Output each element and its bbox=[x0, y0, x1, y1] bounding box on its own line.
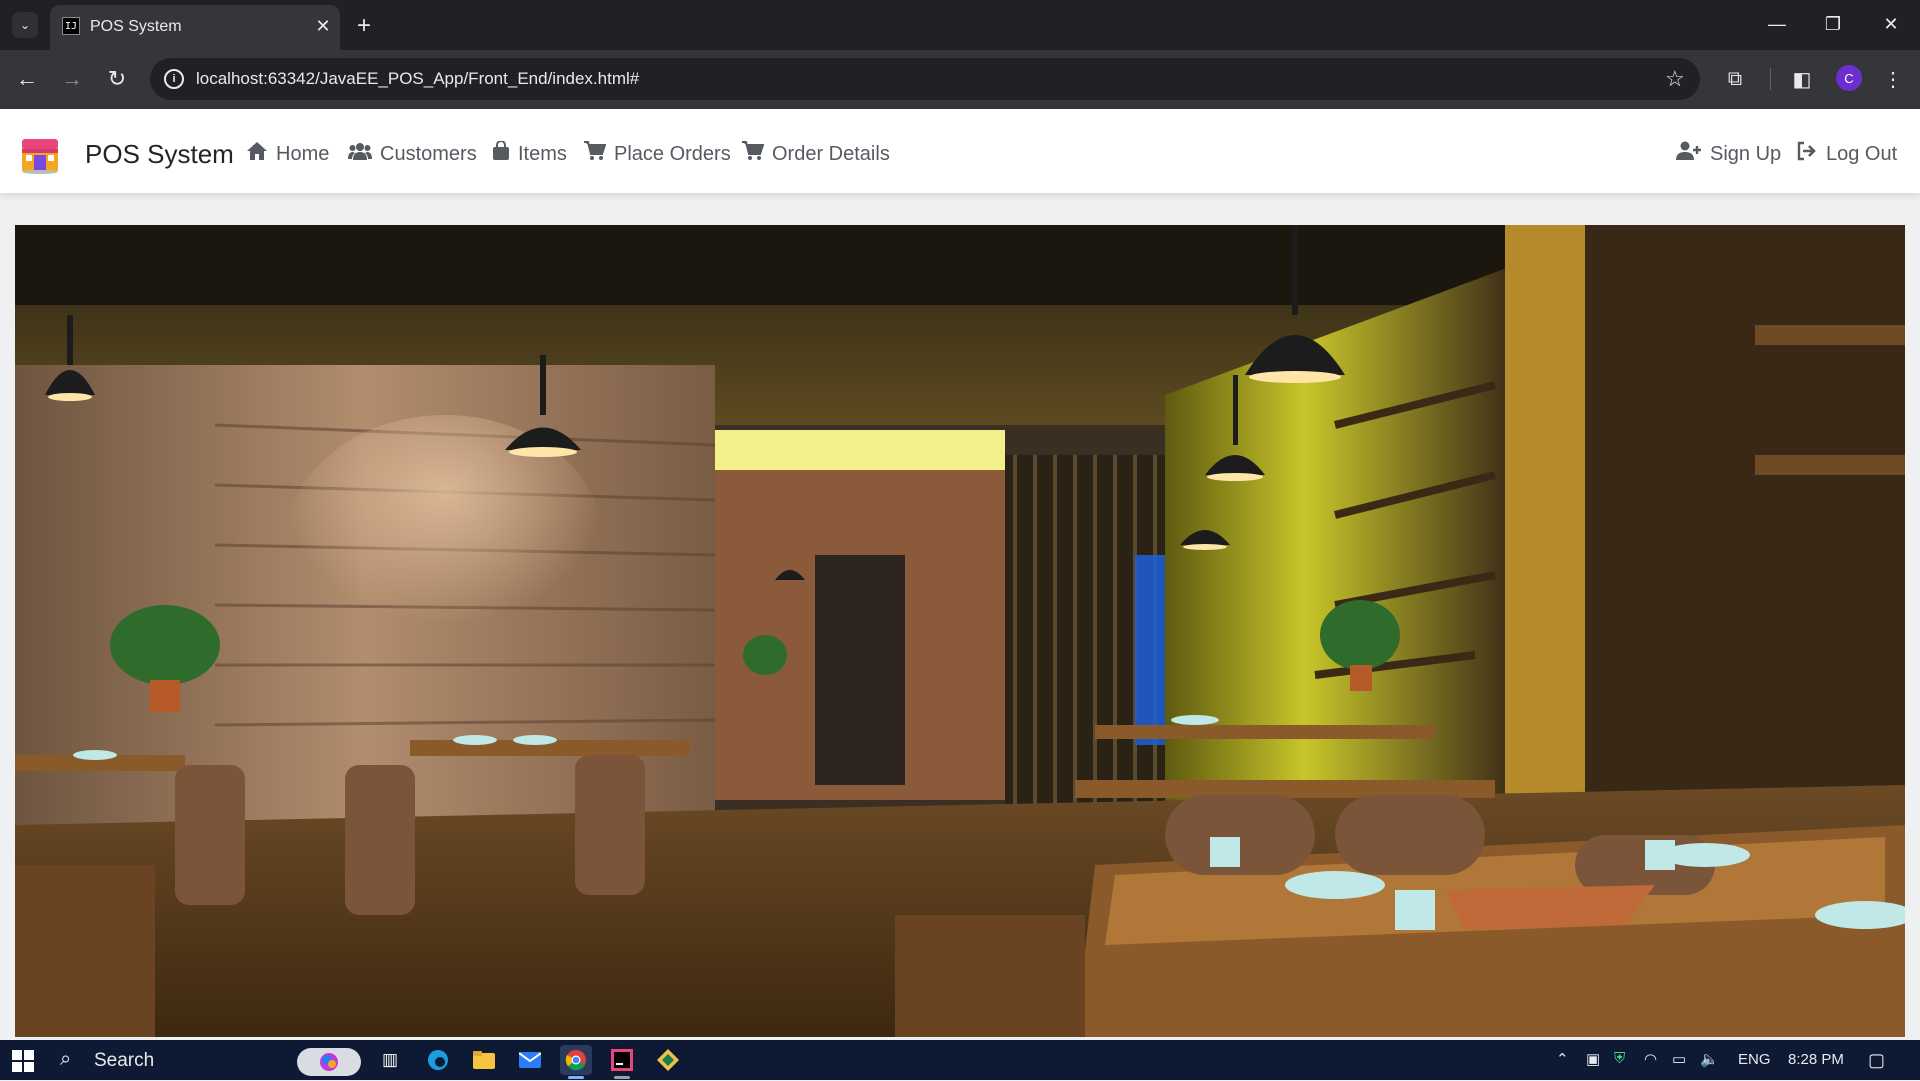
battery-icon[interactable]: ▭ bbox=[1672, 1050, 1686, 1068]
nav-place-orders[interactable]: Place Orders bbox=[584, 141, 731, 167]
home-icon bbox=[246, 141, 268, 167]
tab-close-icon[interactable]: ✕ bbox=[312, 15, 334, 37]
nav-log-out-label: Log Out bbox=[1826, 142, 1898, 165]
nav-home-label: Home bbox=[276, 142, 330, 165]
volume-icon[interactable]: 🔈 bbox=[1700, 1050, 1719, 1068]
reload-icon[interactable]: ↻ bbox=[100, 62, 134, 96]
wifi-icon[interactable]: ◠ bbox=[1644, 1050, 1657, 1068]
intellij-icon[interactable] bbox=[606, 1045, 638, 1075]
chrome-icon[interactable] bbox=[560, 1045, 592, 1075]
app-navbar: POS System Home Customers Items Place Or… bbox=[0, 109, 1920, 193]
nav-customers[interactable]: Customers bbox=[348, 141, 477, 167]
cart-icon bbox=[584, 141, 607, 167]
nav-customers-label: Customers bbox=[380, 142, 477, 165]
nav-place-orders-label: Place Orders bbox=[614, 142, 731, 165]
security-shield-icon[interactable]: ⛨ bbox=[1614, 1050, 1625, 1067]
taskbar-search-label: Search bbox=[94, 1050, 155, 1071]
task-view-icon[interactable]: ▥ bbox=[374, 1045, 406, 1075]
extensions-icon[interactable]: ⧉ bbox=[1718, 62, 1752, 96]
meet-now-icon[interactable]: ▣ bbox=[1586, 1050, 1600, 1068]
search-icon: ⌕ bbox=[60, 1048, 72, 1070]
nav-order-details-label: Order Details bbox=[772, 142, 890, 165]
address-bar[interactable]: i localhost:63342/JavaEE_POS_App/Front_E… bbox=[150, 58, 1700, 100]
browser-menu-icon[interactable]: ⋮ bbox=[1876, 62, 1910, 96]
restore-icon[interactable]: ❐ bbox=[1808, 6, 1858, 42]
git-tool-icon[interactable] bbox=[652, 1045, 684, 1075]
windows-taskbar: ⌕ Search ▥ ⌃ ▣ ⛨ ◠ ▭ 🔈 ENG 8:28 PM ▢ bbox=[0, 1040, 1920, 1080]
url-text[interactable]: localhost:63342/JavaEE_POS_App/Front_End… bbox=[196, 69, 639, 89]
mail-icon[interactable] bbox=[514, 1045, 546, 1075]
bag-icon bbox=[492, 140, 510, 167]
profile-avatar[interactable]: C bbox=[1836, 65, 1862, 91]
tab-list-button[interactable]: ⌄ bbox=[12, 12, 38, 38]
file-explorer-icon[interactable] bbox=[468, 1045, 500, 1075]
nav-log-out[interactable]: Log Out bbox=[1796, 141, 1897, 167]
chrome-active-indicator bbox=[568, 1076, 584, 1079]
minimize-icon[interactable]: — bbox=[1752, 6, 1802, 42]
browser-tab[interactable]: IJ POS System ✕ bbox=[50, 5, 340, 50]
nav-sign-up[interactable]: Sign Up bbox=[1676, 141, 1781, 167]
notifications-icon[interactable]: ▢ bbox=[1868, 1050, 1885, 1071]
browser-toolbar: ← → ↻ i localhost:63342/JavaEE_POS_App/F… bbox=[0, 50, 1920, 109]
window-close-icon[interactable]: ✕ bbox=[1866, 6, 1916, 42]
show-hidden-icons-icon[interactable]: ⌃ bbox=[1556, 1050, 1569, 1068]
cart-icon bbox=[742, 141, 765, 167]
system-clock[interactable]: 8:28 PM bbox=[1788, 1051, 1844, 1068]
windows-start-icon[interactable] bbox=[12, 1050, 34, 1072]
nav-items[interactable]: Items bbox=[492, 140, 567, 167]
brand-title[interactable]: POS System bbox=[85, 139, 234, 170]
intellij-open-indicator bbox=[614, 1076, 630, 1079]
edge-icon[interactable] bbox=[422, 1045, 454, 1075]
browser-tab-strip: ⌄ IJ POS System ✕ + — ❐ ✕ bbox=[0, 0, 1920, 50]
nav-home[interactable]: Home bbox=[246, 141, 329, 167]
new-tab-icon[interactable]: + bbox=[350, 12, 378, 40]
language-indicator[interactable]: ENG bbox=[1738, 1051, 1771, 1068]
user-plus-icon bbox=[1676, 141, 1702, 167]
bookmark-star-icon[interactable]: ☆ bbox=[1665, 66, 1685, 92]
nav-items-label: Items bbox=[518, 142, 567, 165]
logout-icon bbox=[1796, 141, 1818, 167]
toolbar-divider bbox=[1770, 68, 1771, 90]
side-panel-icon[interactable]: ◧ bbox=[1785, 62, 1819, 96]
copilot-icon[interactable] bbox=[297, 1048, 361, 1076]
store-logo-icon[interactable] bbox=[18, 131, 62, 175]
nav-order-details[interactable]: Order Details bbox=[742, 141, 890, 167]
back-arrow-icon[interactable]: ← bbox=[10, 62, 44, 96]
users-icon bbox=[348, 141, 372, 167]
tab-title: POS System bbox=[90, 18, 182, 35]
nav-sign-up-label: Sign Up bbox=[1710, 142, 1782, 165]
taskbar-search[interactable]: ⌕ Search bbox=[52, 1044, 362, 1076]
intellij-favicon-icon: IJ bbox=[62, 17, 80, 35]
hero-restaurant-image bbox=[15, 225, 1905, 1037]
restaurant-interior-illustration bbox=[15, 225, 1905, 1037]
forward-arrow-icon[interactable]: → bbox=[55, 62, 89, 96]
site-info-icon[interactable]: i bbox=[164, 69, 184, 89]
